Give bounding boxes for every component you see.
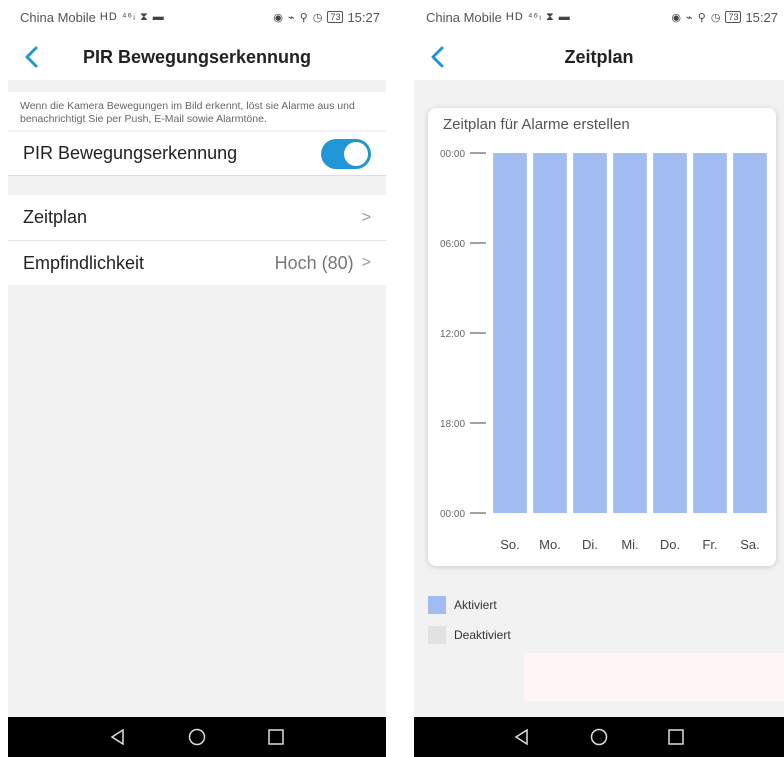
schedule-bar-6[interactable] — [693, 153, 727, 513]
y-tick-label: 18:00 — [440, 419, 465, 430]
clock-time: 15:27 — [347, 9, 380, 25]
day-label: Di. — [582, 537, 598, 552]
clock-time: 15:27 — [745, 9, 778, 25]
chevron-right-icon: > — [361, 254, 371, 271]
settings-list: Zeitplan > Empfindlichkeit Hoch (80) > — [8, 195, 386, 285]
sensitivity-row[interactable]: Empfindlichkeit Hoch (80) > — [8, 240, 386, 285]
day-label: Sa. — [740, 537, 760, 552]
pir-toggle-row: PIR Bewegungserkennung — [8, 132, 386, 176]
back-icon[interactable] — [103, 722, 133, 752]
sensitivity-row-label: Empfindlichkeit — [23, 252, 145, 273]
status-bar: China Mobile HD ⁴⁶ₗ ⧗ ▬ ◉ ⌁ ⚲ ◷ 73 15:27 — [8, 0, 386, 34]
y-tick-label: 00:00 — [440, 509, 465, 520]
carrier-label: China Mobile — [426, 9, 502, 25]
back-arrow-icon[interactable] — [426, 43, 450, 71]
home-icon[interactable] — [584, 722, 614, 752]
pir-settings-screen: China Mobile HD ⁴⁶ₗ ⧗ ▬ ◉ ⌁ ⚲ ◷ 73 15:27… — [8, 0, 386, 757]
battery-icon: 73 — [725, 11, 742, 23]
legend-swatch-deactivated — [428, 626, 446, 644]
legend-label-activated: Aktiviert — [454, 598, 497, 612]
schedule-bar-3[interactable] — [573, 153, 607, 513]
legend-label-deactivated: Deaktiviert — [454, 628, 511, 642]
system-status-icons: ◉ ⌁ ⚲ ◷ — [671, 11, 722, 24]
page-title: PIR Bewegungserkennung — [82, 46, 312, 67]
schedule-chart[interactable]: 00:00 06:00 12:00 18:00 00:00 So. Mo. Di. Mi. Do.… — [428, 108, 776, 566]
schedule-bar-4[interactable] — [613, 153, 647, 513]
chart-legend: Aktiviert Deaktiviert — [428, 590, 511, 650]
y-tick-label: 00:00 — [440, 149, 465, 160]
legend-item-deactivated: Deaktiviert — [428, 620, 511, 650]
schedule-screen: China Mobile HD ⁴⁶ₗ ⧗ ▬ ◉ ⌁ ⚲ ◷ 73 15:27… — [414, 0, 784, 757]
signal-icons: HD ⁴⁶ₗ ⧗ ▬ — [99, 11, 165, 23]
schedule-row-label: Zeitplan — [23, 207, 88, 227]
system-status-icons: ◉ ⌁ ⚲ ◷ — [273, 11, 324, 24]
day-label: So. — [500, 537, 520, 552]
schedule-chart-card: Zeitplan für Alarme erstellen 00:00 06:00… — [428, 108, 776, 566]
nav-bar: Zeitplan — [414, 34, 784, 80]
android-nav-bar — [414, 717, 784, 757]
y-tick-label: 12:00 — [440, 329, 465, 340]
back-arrow-icon[interactable] — [20, 43, 44, 71]
signal-icons: HD ⁴⁶ₗ ⧗ ▬ — [505, 11, 571, 23]
feature-description: Wenn die Kamera Bewegungen im Bild erken… — [8, 92, 386, 130]
chevron-right-icon: > — [361, 208, 371, 226]
legend-swatch-activated — [428, 596, 446, 614]
page-title: Zeitplan — [564, 46, 634, 67]
toggle-knob — [344, 141, 368, 166]
schedule-bar-7[interactable] — [733, 153, 767, 513]
day-label: Mo. — [539, 537, 561, 552]
recents-icon[interactable] — [661, 722, 691, 752]
nav-bar: PIR Bewegungserkennung — [8, 34, 386, 80]
schedule-row[interactable]: Zeitplan > — [8, 195, 386, 240]
legend-item-activated: Aktiviert — [428, 590, 511, 620]
schedule-bar-5[interactable] — [653, 153, 687, 513]
day-label: Mi. — [621, 537, 638, 552]
carrier-label: China Mobile — [20, 9, 96, 25]
home-icon[interactable] — [182, 722, 212, 752]
banner-placeholder — [524, 653, 784, 701]
android-nav-bar — [8, 717, 386, 757]
schedule-bar-1[interactable] — [493, 153, 527, 513]
sensitivity-value: Hoch (80) — [274, 252, 354, 273]
status-bar: China Mobile HD ⁴⁶ₗ ⧗ ▬ ◉ ⌁ ⚲ ◷ 73 15:27 — [414, 0, 784, 34]
day-label: Fr. — [702, 537, 717, 552]
pir-toggle-label: PIR Bewegungserkennung — [23, 143, 238, 163]
recents-icon[interactable] — [261, 722, 291, 752]
back-icon[interactable] — [507, 722, 537, 752]
battery-icon: 73 — [327, 11, 344, 23]
day-label: Do. — [660, 537, 680, 552]
pir-toggle-switch[interactable] — [321, 138, 371, 169]
y-tick-label: 06:00 — [440, 239, 465, 250]
schedule-bar-2[interactable] — [533, 153, 567, 513]
